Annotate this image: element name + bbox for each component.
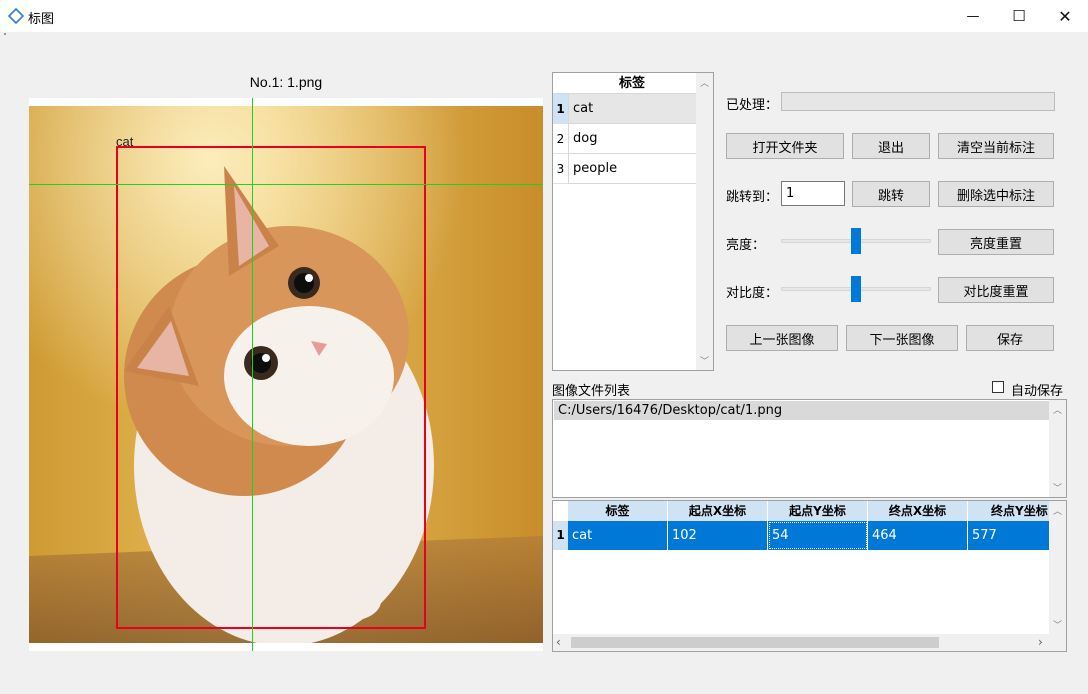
maximize-button[interactable]: ☐ [996, 0, 1042, 32]
file-list-scrollbar[interactable]: ︿ ﹀ [1049, 400, 1066, 497]
annotation-table-vscrollbar[interactable]: ︿ ﹀ [1049, 501, 1066, 634]
close-button[interactable]: ✕ [1042, 0, 1088, 32]
scroll-up-icon[interactable]: ︿ [1049, 403, 1066, 416]
label-table-corner [553, 73, 568, 94]
autosave-label[interactable]: 自动保存 [1011, 380, 1063, 399]
autosave-checkbox[interactable] [992, 381, 1004, 393]
file-list-title: 图像文件列表 [552, 384, 631, 399]
annotation-row-index[interactable]: 1 [553, 521, 568, 550]
label-table[interactable]: 标签 1 cat 2 dog 3 people ︿ ﹀ [552, 72, 714, 371]
title-bar: 标图 — ☐ ✕ [0, 0, 1088, 32]
label-row-index[interactable]: 2 [553, 124, 568, 154]
label-row-people[interactable]: people [568, 154, 696, 184]
file-list-item[interactable]: C:/Users/16476/Desktop/cat/1.png [554, 401, 1049, 420]
label-table-scrollbar[interactable]: ︿ ﹀ [696, 73, 713, 370]
contrast-label: 对比度： [726, 286, 779, 301]
crosshair-vertical [252, 98, 253, 651]
brightness-reset-button[interactable]: 亮度重置 [938, 229, 1054, 255]
annotation-cell-label[interactable]: cat [568, 521, 668, 550]
column-header-start-x[interactable]: 起点X坐标 [668, 501, 768, 521]
scroll-up-icon[interactable]: ︿ [696, 76, 713, 89]
brightness-label: 亮度： [726, 238, 766, 253]
minimize-icon: — [966, 8, 980, 24]
minimize-button[interactable]: — [950, 0, 996, 32]
annotation-table-corner [553, 501, 568, 521]
image-canvas[interactable]: cat [29, 98, 543, 651]
maximize-icon: ☐ [1012, 7, 1026, 25]
bounding-box[interactable] [116, 146, 426, 629]
column-header-end-x[interactable]: 终点X坐标 [868, 501, 968, 521]
annotation-cell-start-y[interactable]: 54 [768, 521, 868, 550]
bounding-box-label: cat [116, 134, 134, 149]
annotation-table[interactable]: 标签 起点X坐标 起点Y坐标 终点X坐标 终点Y坐标 1 cat 102 54 … [552, 500, 1067, 652]
close-icon: ✕ [1058, 6, 1072, 26]
scroll-down-icon[interactable]: ﹀ [1049, 481, 1066, 494]
prev-image-button[interactable]: 上一张图像 [726, 325, 838, 351]
label-row-index[interactable]: 1 [553, 94, 568, 124]
label-row-cat[interactable]: cat [568, 94, 696, 124]
label-row-index[interactable]: 3 [553, 154, 568, 184]
label-table-header: 标签 [568, 73, 696, 94]
progress-bar [781, 92, 1055, 111]
jump-to-label: 跳转到： [726, 190, 779, 205]
exit-button[interactable]: 退出 [852, 133, 930, 159]
crosshair-horizontal [29, 184, 543, 185]
annotation-cell-end-y[interactable]: 577 [968, 521, 1050, 550]
jump-input[interactable] [781, 181, 845, 206]
scroll-right-icon[interactable]: › [1038, 635, 1043, 649]
scroll-left-icon[interactable]: ‹ [556, 635, 561, 649]
contrast-reset-button[interactable]: 对比度重置 [938, 277, 1054, 303]
contrast-slider-thumb[interactable] [851, 276, 861, 302]
next-image-button[interactable]: 下一张图像 [846, 325, 958, 351]
scroll-down-icon[interactable]: ﹀ [696, 354, 713, 367]
jump-button[interactable]: 跳转 [852, 181, 930, 207]
image-file-list[interactable]: C:/Users/16476/Desktop/cat/1.png ︿ ﹀ [552, 399, 1067, 498]
app-diamond-icon [8, 8, 24, 24]
annotation-cell-end-x[interactable]: 464 [868, 521, 968, 550]
processed-label: 已处理： [726, 98, 779, 113]
scroll-up-icon[interactable]: ︿ [1049, 504, 1066, 517]
image-name-label: No.1: 1.png [249, 74, 323, 90]
delete-selected-button[interactable]: 删除选中标注 [938, 181, 1054, 207]
brightness-slider-thumb[interactable] [851, 228, 861, 254]
scrollbar-thumb[interactable] [571, 637, 939, 648]
annotation-cell-start-x[interactable]: 102 [668, 521, 768, 550]
window-title: 标图 [28, 12, 55, 27]
save-button[interactable]: 保存 [966, 325, 1054, 351]
annotation-table-hscrollbar[interactable]: ‹ › [553, 634, 1066, 651]
scroll-down-icon[interactable]: ﹀ [1049, 618, 1066, 631]
label-row-dog[interactable]: dog [568, 124, 696, 154]
column-header-start-y[interactable]: 起点Y坐标 [768, 501, 868, 521]
column-header-end-y[interactable]: 终点Y坐标 [968, 501, 1050, 521]
column-header-label[interactable]: 标签 [568, 501, 668, 521]
open-folder-button[interactable]: 打开文件夹 [726, 133, 844, 159]
clear-current-button[interactable]: 清空当前标注 [938, 133, 1054, 159]
divider-grip [4, 33, 6, 35]
